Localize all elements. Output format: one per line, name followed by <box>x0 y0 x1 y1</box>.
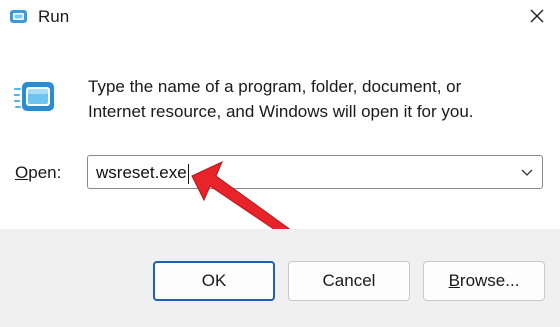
description-line-2: Internet resource, and Windows will open… <box>88 102 474 121</box>
browse-label: rowse... <box>459 271 520 290</box>
run-icon <box>13 80 56 114</box>
open-input[interactable]: wsreset.exe <box>96 162 189 184</box>
open-input-value: wsreset.exe <box>96 163 187 182</box>
chevron-down-icon[interactable] <box>518 163 536 181</box>
browse-accesskey: B <box>448 271 460 290</box>
description-text: Type the name of a program, folder, docu… <box>88 74 538 124</box>
close-button[interactable] <box>514 0 560 36</box>
open-label: Open: <box>15 161 61 185</box>
window-title: Run <box>38 7 70 26</box>
browse-button[interactable]: Browse... <box>423 261 545 301</box>
button-bar: OK Cancel Browse... <box>0 229 560 327</box>
run-app-icon <box>8 9 28 25</box>
open-label-accesskey: O <box>15 163 29 182</box>
title-bar: Run <box>0 0 560 36</box>
open-label-text: pen: <box>28 163 62 182</box>
cancel-button[interactable]: Cancel <box>288 261 410 301</box>
open-combobox[interactable]: wsreset.exe <box>87 155 543 189</box>
text-cursor <box>187 163 189 184</box>
description-line-1: Type the name of a program, folder, docu… <box>88 77 462 96</box>
ok-button[interactable]: OK <box>153 261 275 301</box>
close-icon <box>530 9 544 28</box>
